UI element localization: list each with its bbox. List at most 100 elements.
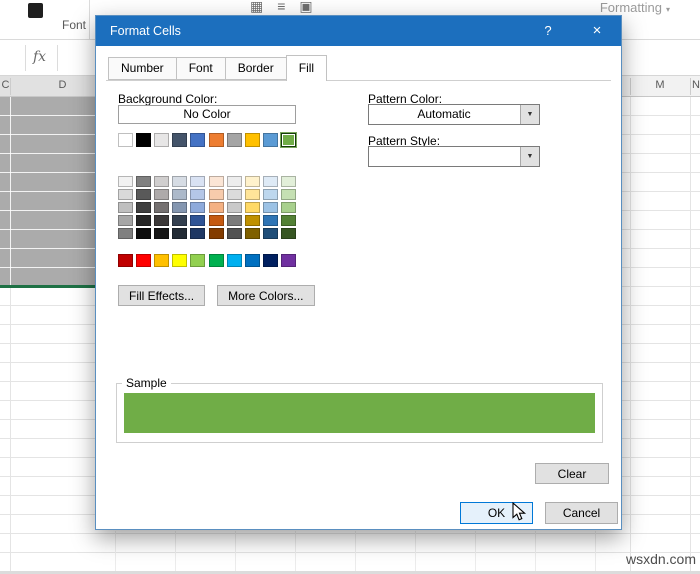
color-swatch[interactable] xyxy=(209,133,224,147)
more-colors-button[interactable]: More Colors... xyxy=(217,285,314,306)
color-swatch[interactable] xyxy=(136,202,151,213)
color-swatch[interactable] xyxy=(263,254,278,267)
color-swatch[interactable] xyxy=(118,202,133,213)
color-swatch[interactable] xyxy=(227,133,242,147)
color-swatch[interactable] xyxy=(136,133,151,147)
insert-function-icon[interactable]: fx xyxy=(33,49,46,65)
color-swatch[interactable] xyxy=(190,254,205,267)
column-header-n[interactable]: N xyxy=(692,79,700,91)
color-swatch[interactable] xyxy=(245,254,260,267)
color-swatch[interactable] xyxy=(245,189,260,200)
pattern-color-combobox[interactable]: Automatic ▼ xyxy=(368,104,540,125)
clear-button[interactable]: Clear xyxy=(535,463,609,484)
color-swatch[interactable] xyxy=(263,202,278,213)
borders-icon[interactable] xyxy=(28,3,43,18)
color-swatch[interactable] xyxy=(281,176,296,187)
help-button[interactable]: ? xyxy=(533,16,563,46)
color-swatch[interactable] xyxy=(281,254,296,267)
color-swatch[interactable] xyxy=(227,176,242,187)
color-swatch[interactable] xyxy=(209,254,224,267)
color-swatch[interactable] xyxy=(118,228,133,239)
color-swatch[interactable] xyxy=(172,228,187,239)
color-swatch[interactable] xyxy=(154,133,169,147)
color-swatch[interactable] xyxy=(281,228,296,239)
color-swatch[interactable] xyxy=(281,202,296,213)
color-swatch[interactable] xyxy=(190,215,205,226)
color-swatch[interactable] xyxy=(154,176,169,187)
color-swatch[interactable] xyxy=(209,189,224,200)
close-icon[interactable]: × xyxy=(579,16,615,46)
color-swatch[interactable] xyxy=(172,254,187,267)
color-swatch[interactable] xyxy=(190,189,205,200)
color-swatch[interactable] xyxy=(172,133,187,147)
sample-label: Sample xyxy=(122,376,171,390)
color-swatch[interactable] xyxy=(281,189,296,200)
color-swatch[interactable] xyxy=(245,228,260,239)
color-swatch[interactable] xyxy=(172,176,187,187)
color-swatch[interactable] xyxy=(227,202,242,213)
color-swatch[interactable] xyxy=(263,133,278,147)
grid-icon[interactable]: ▦ xyxy=(250,0,263,15)
color-swatch[interactable] xyxy=(227,189,242,200)
conditional-formatting-button[interactable]: Formatting▾ xyxy=(600,0,670,15)
color-swatch[interactable] xyxy=(118,176,133,187)
color-swatch[interactable] xyxy=(136,176,151,187)
color-swatch[interactable] xyxy=(263,228,278,239)
color-swatch[interactable] xyxy=(136,215,151,226)
sheet-gridlines-bottom xyxy=(115,531,622,574)
color-swatch[interactable] xyxy=(227,228,242,239)
color-swatch[interactable] xyxy=(227,215,242,226)
color-swatch[interactable] xyxy=(190,133,205,147)
color-swatch[interactable] xyxy=(245,133,260,147)
color-swatch[interactable] xyxy=(154,189,169,200)
box-icon[interactable]: ▣ xyxy=(299,0,312,15)
color-swatch[interactable] xyxy=(263,189,278,200)
column-header-m[interactable]: M xyxy=(630,79,690,91)
color-swatch[interactable] xyxy=(118,254,133,267)
no-color-button[interactable]: No Color xyxy=(118,105,296,124)
pattern-style-combobox[interactable]: ▼ xyxy=(368,146,540,167)
color-swatch[interactable] xyxy=(245,176,260,187)
column-header-c[interactable]: C xyxy=(1,79,10,91)
fill-effects-button[interactable]: Fill Effects... xyxy=(118,285,205,306)
chevron-down-icon[interactable]: ▼ xyxy=(520,105,539,124)
color-swatch[interactable] xyxy=(172,189,187,200)
chevron-down-icon[interactable]: ▼ xyxy=(520,147,539,166)
cancel-button[interactable]: Cancel xyxy=(545,502,618,524)
color-swatch[interactable] xyxy=(281,215,296,226)
color-swatch-selected[interactable] xyxy=(281,133,296,147)
color-swatch[interactable] xyxy=(227,254,242,267)
tab-font[interactable]: Font xyxy=(176,57,226,80)
align-lines-icon[interactable]: ≡ xyxy=(277,0,285,15)
color-swatch[interactable] xyxy=(263,176,278,187)
color-swatch[interactable] xyxy=(209,228,224,239)
sheet-gridline-vertical xyxy=(10,97,11,285)
color-swatch[interactable] xyxy=(190,228,205,239)
color-swatch[interactable] xyxy=(245,215,260,226)
color-swatch[interactable] xyxy=(263,215,278,226)
tab-fill[interactable]: Fill xyxy=(286,55,327,81)
color-swatch[interactable] xyxy=(118,189,133,200)
color-swatch[interactable] xyxy=(190,176,205,187)
color-swatch[interactable] xyxy=(154,228,169,239)
color-swatch[interactable] xyxy=(172,202,187,213)
tab-number[interactable]: Number xyxy=(108,57,177,80)
color-swatch[interactable] xyxy=(136,254,151,267)
color-swatch[interactable] xyxy=(154,215,169,226)
color-swatch[interactable] xyxy=(209,202,224,213)
selected-cells-fill[interactable] xyxy=(0,97,95,285)
color-swatch[interactable] xyxy=(136,228,151,239)
color-swatch[interactable] xyxy=(172,215,187,226)
color-swatch[interactable] xyxy=(136,189,151,200)
color-swatch[interactable] xyxy=(245,202,260,213)
color-swatch[interactable] xyxy=(190,202,205,213)
color-swatch[interactable] xyxy=(154,202,169,213)
color-swatch[interactable] xyxy=(118,215,133,226)
color-swatch[interactable] xyxy=(209,215,224,226)
color-swatch[interactable] xyxy=(154,254,169,267)
color-swatch[interactable] xyxy=(118,133,133,147)
dialog-titlebar[interactable]: Format Cells ? × xyxy=(96,16,621,46)
color-swatch[interactable] xyxy=(209,176,224,187)
tab-border[interactable]: Border xyxy=(225,57,287,80)
variant-color-row xyxy=(118,189,296,200)
